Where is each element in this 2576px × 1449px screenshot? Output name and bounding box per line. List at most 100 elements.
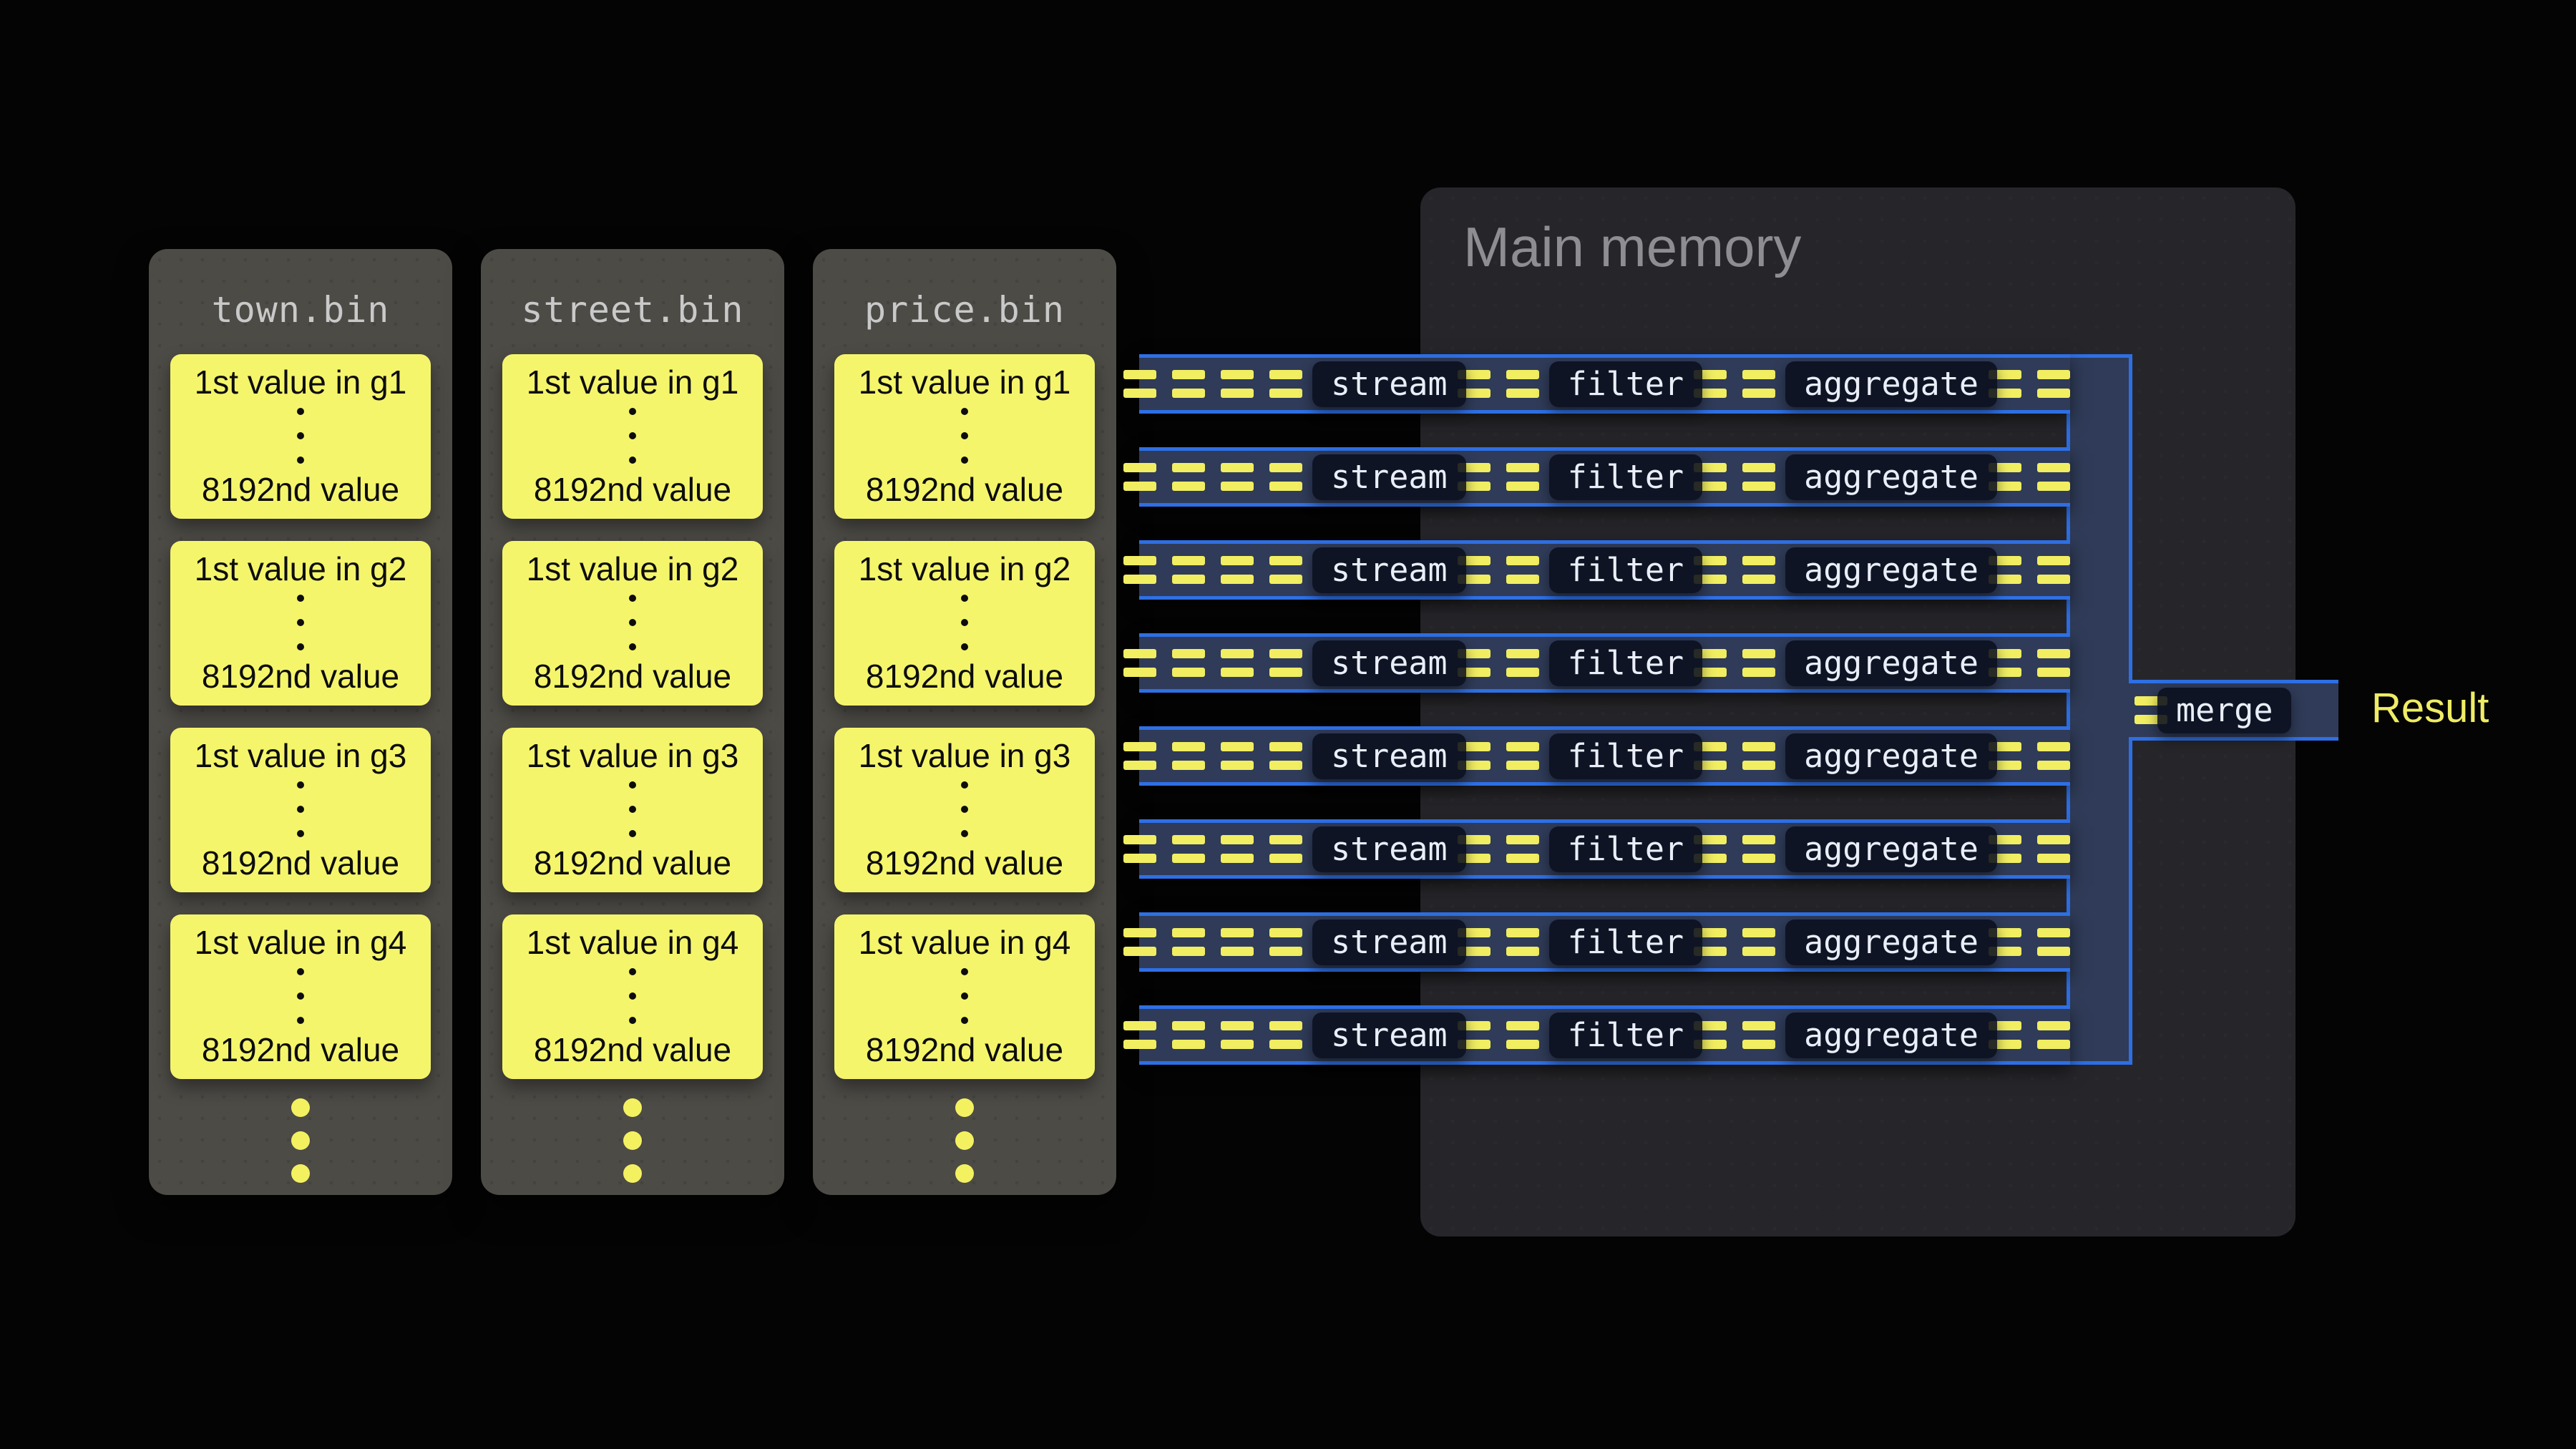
ellipsis-icon (629, 595, 636, 650)
group-first-value: 1st value in g1 (859, 363, 1071, 401)
equals-token-icon (1269, 649, 1302, 677)
group-first-value: 1st value in g4 (859, 923, 1071, 962)
group-last-value: 8192nd value (202, 657, 399, 696)
group-card: 1st value in g2 8192nd value (170, 541, 431, 706)
merge-op-box: merge (2157, 688, 2291, 733)
ellipsis-icon (629, 408, 636, 464)
group-card: 1st value in g4 8192nd value (502, 914, 763, 1079)
equals-token-icon (1221, 1021, 1254, 1049)
equals-token-icon (1269, 556, 1302, 584)
more-groups-ellipsis-icon (813, 1098, 1116, 1183)
equals-token-icon (1123, 463, 1156, 491)
equals-token-icon (1123, 742, 1156, 770)
equals-token-icon (1221, 463, 1254, 491)
group-first-value: 1st value in g2 (195, 550, 407, 588)
equals-token-icon (2037, 556, 2070, 584)
equals-token-icon (1172, 835, 1205, 863)
group-card: 1st value in g1 8192nd value (502, 354, 763, 519)
group-card: 1st value in g4 8192nd value (834, 914, 1095, 1079)
group-first-value: 1st value in g4 (195, 923, 407, 962)
equals-token-icon (1506, 835, 1539, 863)
group-last-value: 8192nd value (534, 1030, 731, 1069)
ellipsis-icon (297, 595, 304, 650)
equals-token-icon (2037, 1021, 2070, 1049)
group-card: 1st value in g4 8192nd value (170, 914, 431, 1079)
equals-token-icon (1506, 370, 1539, 398)
pipeline-op-box: filter (1549, 547, 1703, 593)
equals-token-icon (1172, 928, 1205, 956)
pipeline-op-box: filter (1549, 640, 1703, 686)
equals-token-icon (1742, 835, 1775, 863)
pipeline-row: stream filter aggregate (1139, 912, 2070, 972)
group-last-value: 8192nd value (534, 844, 731, 882)
pipeline-op-box: stream (1312, 640, 1466, 686)
pipeline-op-box: filter (1549, 919, 1703, 965)
main-memory-title: Main memory (1463, 215, 1801, 280)
pipeline-op-box: stream (1312, 454, 1466, 500)
group-card-list: 1st value in g1 8192nd value 1st value i… (481, 331, 784, 1079)
ellipsis-icon (629, 781, 636, 837)
equals-token-icon (1123, 370, 1156, 398)
ellipsis-icon (961, 595, 968, 650)
file-column: street.bin 1st value in g1 8192nd value … (481, 249, 784, 1195)
equals-token-icon (2037, 649, 2070, 677)
group-last-value: 8192nd value (202, 470, 399, 509)
file-name: town.bin (149, 249, 452, 331)
equals-token-icon (1172, 1021, 1205, 1049)
equals-token-icon (1742, 742, 1775, 770)
group-last-value: 8192nd value (866, 470, 1063, 509)
group-last-value: 8192nd value (866, 844, 1063, 882)
equals-token-icon (1221, 556, 1254, 584)
pipeline-op-box: aggregate (1785, 640, 1997, 686)
group-first-value: 1st value in g3 (195, 736, 407, 775)
equals-token-icon (1123, 835, 1156, 863)
ellipsis-icon (629, 968, 636, 1024)
equals-token-icon (1172, 370, 1205, 398)
equals-token-icon (1506, 928, 1539, 956)
merge-band: merge (2129, 680, 2338, 741)
pipeline-op-box: stream (1312, 1013, 1466, 1058)
equals-token-icon (1123, 649, 1156, 677)
pipeline-op-box: filter (1549, 361, 1703, 407)
equals-token-icon (1742, 1021, 1775, 1049)
ellipsis-icon (961, 968, 968, 1024)
group-first-value: 1st value in g4 (527, 923, 739, 962)
equals-token-icon (1742, 370, 1775, 398)
equals-token-icon (1506, 649, 1539, 677)
pipeline-op-box: aggregate (1785, 1013, 1997, 1058)
diagram-stage: Main memory town.bin 1st value in g1 819… (0, 0, 2576, 1449)
equals-token-icon (1269, 835, 1302, 863)
equals-token-icon (1269, 1021, 1302, 1049)
group-card-list: 1st value in g1 8192nd value 1st value i… (813, 331, 1116, 1079)
pipeline-rows: stream filter aggregate (1139, 354, 2070, 1098)
equals-token-icon (1221, 835, 1254, 863)
group-first-value: 1st value in g3 (527, 736, 739, 775)
pipeline-op-box: stream (1312, 733, 1466, 779)
equals-token-icon (2037, 742, 2070, 770)
group-last-value: 8192nd value (534, 657, 731, 696)
pipeline-op-box: filter (1549, 454, 1703, 500)
ellipsis-icon (297, 781, 304, 837)
file-column: price.bin 1st value in g1 8192nd value 1… (813, 249, 1116, 1195)
equals-token-icon (1506, 556, 1539, 584)
pipeline-row: stream filter aggregate (1139, 447, 2070, 507)
pipeline-row: stream filter aggregate (1139, 819, 2070, 879)
pipeline-row: stream filter aggregate (1139, 1005, 2070, 1065)
group-last-value: 8192nd value (202, 844, 399, 882)
equals-token-icon (2037, 928, 2070, 956)
group-first-value: 1st value in g1 (527, 363, 739, 401)
group-first-value: 1st value in g2 (527, 550, 739, 588)
group-last-value: 8192nd value (202, 1030, 399, 1069)
equals-token-icon (1742, 556, 1775, 584)
equals-token-icon (1506, 463, 1539, 491)
group-first-value: 1st value in g1 (195, 363, 407, 401)
pipeline-spine (2067, 354, 2132, 1065)
ellipsis-icon (297, 968, 304, 1024)
pipeline-row: stream filter aggregate (1139, 726, 2070, 786)
equals-token-icon (1269, 370, 1302, 398)
group-card: 1st value in g3 8192nd value (834, 728, 1095, 892)
pipeline-op-box: stream (1312, 919, 1466, 965)
group-first-value: 1st value in g3 (859, 736, 1071, 775)
equals-token-icon (1221, 928, 1254, 956)
pipeline-row: stream filter aggregate (1139, 354, 2070, 414)
